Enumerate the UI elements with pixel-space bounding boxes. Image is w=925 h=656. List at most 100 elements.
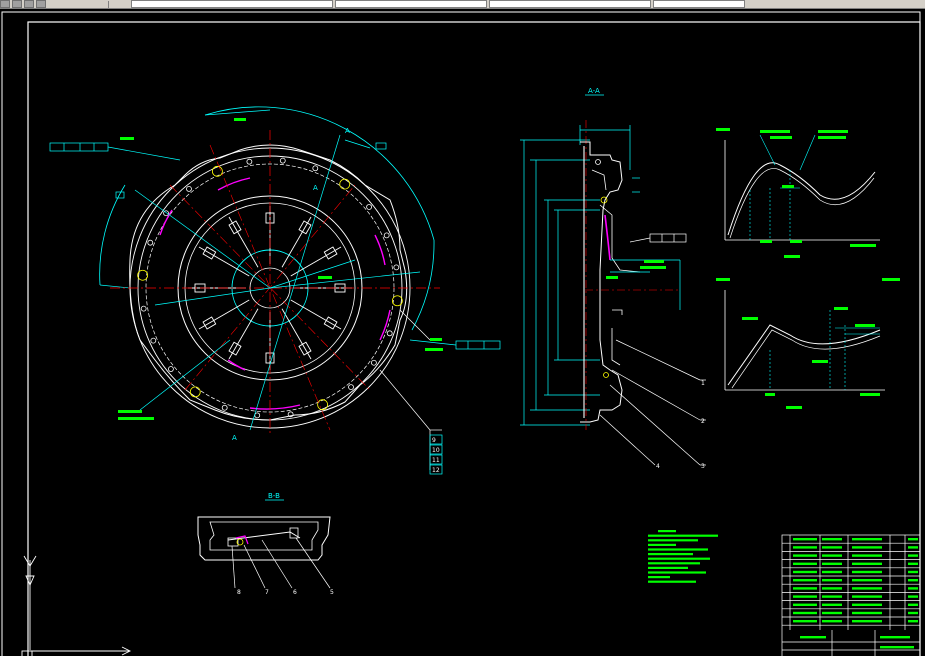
front-view: A A A	[49, 106, 501, 442]
parts-list-cell	[908, 554, 918, 557]
note-line	[648, 557, 710, 560]
note-line	[648, 534, 718, 537]
rim-hole	[189, 386, 201, 398]
parts-list-cell	[908, 620, 918, 623]
section-bb-title: B-B	[268, 492, 280, 500]
parts-list-cell	[793, 603, 817, 606]
parts-list-cell	[822, 603, 842, 606]
rim-hole	[386, 330, 393, 337]
parts-list-cell	[793, 554, 817, 557]
parts-list-cell	[822, 546, 842, 549]
toolbar	[0, 0, 925, 9]
linetype-dropdown[interactable]	[489, 0, 651, 8]
svg-text:A: A	[345, 127, 350, 135]
rim-hole	[348, 384, 354, 390]
part-number: 7	[265, 589, 269, 596]
parts-list-cell	[852, 587, 882, 590]
parts-list-cell	[822, 538, 842, 541]
rim-hole	[383, 232, 390, 239]
color-dropdown[interactable]	[335, 0, 487, 8]
section-bb-view: B-B	[197, 492, 331, 589]
rim-hole	[391, 295, 403, 307]
note-line	[648, 571, 706, 574]
parts-list-cell	[822, 554, 842, 557]
note-line	[658, 530, 676, 533]
rim-hole	[366, 204, 372, 210]
rim-hole	[317, 399, 329, 411]
parts-list-cell	[793, 570, 817, 574]
cad-drawing-canvas[interactable]: A A A 9101112 A-A 1234 B-B 8 7 6 5	[0, 10, 925, 656]
rim-hole	[371, 359, 377, 366]
parts-list-cell	[793, 579, 817, 582]
parts-list-cell	[822, 579, 842, 582]
rim-hole	[312, 165, 319, 172]
rim-hole	[393, 264, 400, 271]
lineweight-dropdown[interactable]	[653, 0, 745, 8]
rim-hole	[254, 412, 261, 419]
technical-notes	[648, 530, 718, 583]
parts-list-cell	[822, 611, 842, 615]
part-labels-front: 9 10 11 12	[429, 430, 443, 475]
parts-list-cell	[793, 538, 817, 541]
note-line	[648, 576, 670, 579]
part-number: 9	[432, 437, 436, 444]
tool-icon[interactable]	[12, 0, 22, 8]
parts-list-cell	[852, 620, 882, 623]
svg-text:A: A	[232, 434, 237, 442]
parts-list-cell	[852, 554, 882, 557]
parts-list-cell	[908, 546, 918, 549]
note-line	[648, 548, 708, 551]
title-block-cell	[880, 636, 910, 639]
inner-frame	[27, 21, 921, 656]
rim-hole	[279, 157, 286, 164]
part-number: 4	[656, 463, 660, 470]
parts-list-cell	[822, 570, 842, 574]
parts-list-cell	[822, 620, 842, 623]
ucs-icon	[21, 555, 132, 656]
parts-list-cell	[852, 570, 882, 574]
note-line	[648, 562, 700, 565]
title-block-text	[793, 538, 918, 649]
part-number: 2	[701, 418, 705, 425]
parts-list-cell	[793, 587, 817, 590]
parts-list-cell	[908, 579, 918, 582]
rim-hole	[339, 178, 351, 190]
note-line	[648, 539, 698, 542]
rim-hole	[221, 404, 228, 411]
toolbar-separator	[108, 0, 109, 8]
parts-list-cell	[793, 546, 817, 549]
parts-list-cell	[793, 595, 817, 598]
rim-hole	[147, 239, 154, 246]
parts-list-cell	[908, 538, 918, 541]
parts-list-cell	[908, 595, 918, 598]
part-number: 10	[432, 447, 440, 454]
parts-list-cell	[793, 620, 817, 623]
spring-finger	[198, 246, 250, 277]
section-aa-title: A-A	[588, 87, 600, 95]
part-number: 5	[330, 589, 334, 596]
title-block-cell	[880, 646, 914, 649]
spring-finger	[281, 216, 312, 268]
parts-list-cell	[852, 595, 882, 598]
rim-hole	[137, 269, 149, 281]
layer-dropdown[interactable]	[131, 0, 333, 8]
tool-icon[interactable]	[24, 0, 34, 8]
part-labels-bb: 8 7 6 5	[237, 589, 334, 596]
part-labels-section: 1 2 3 4	[656, 380, 705, 470]
parts-list-cell	[908, 587, 918, 590]
spring-finger	[290, 299, 342, 330]
part-number: 8	[237, 589, 241, 596]
parts-list-cell	[852, 562, 882, 565]
rim-hole	[168, 366, 174, 372]
part-number: 1	[701, 380, 705, 387]
parts-list-cell	[822, 595, 842, 598]
tool-icon[interactable]	[36, 0, 46, 8]
rim-hole	[246, 158, 253, 165]
parts-list-cell	[793, 562, 817, 565]
characteristic-graph-bottom	[716, 278, 900, 409]
spring-finger	[228, 308, 259, 360]
svg-text:A: A	[313, 184, 318, 192]
rim-hole	[211, 165, 223, 177]
tool-icon[interactable]	[0, 0, 10, 8]
parts-list-cell	[852, 546, 882, 549]
